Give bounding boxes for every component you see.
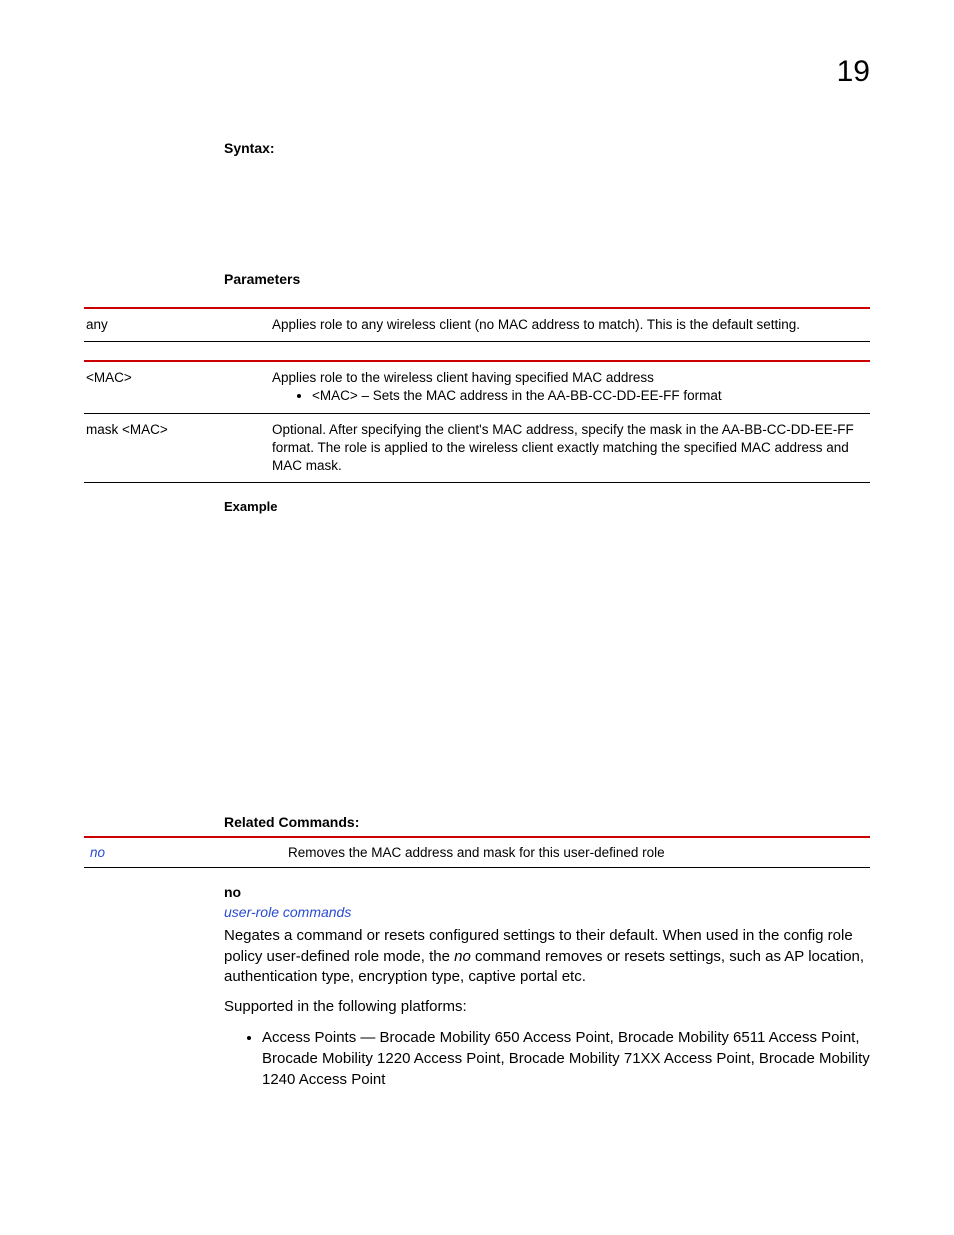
param-desc-line: Applies role to the wireless client havi… [272,370,654,385]
parameters-table-1: any Applies role to any wireless client … [84,307,870,342]
related-commands-heading: Related Commands: [224,814,870,830]
param-name: mask <MAC> [84,413,272,483]
supported-platforms-label: Supported in the following platforms: [224,997,870,1017]
param-desc: Applies role to any wireless client (no … [272,308,870,342]
table-row: any Applies role to any wireless client … [84,308,870,342]
example-heading: Example [224,499,870,514]
no-desc-em: no [454,948,471,965]
related-command-desc: Removes the MAC address and mask for thi… [288,837,870,868]
table-row: <MAC> Applies role to the wireless clien… [84,361,870,413]
param-name: <MAC> [84,361,272,413]
chapter-number: 19 [837,55,870,89]
param-desc: Applies role to the wireless client havi… [272,361,870,413]
page: 19 Syntax: Parameters any Applies role t… [0,0,954,1235]
syntax-heading: Syntax: [224,140,870,156]
content-area: Syntax: Parameters any Applies role to a… [224,140,870,1090]
related-command-link[interactable]: no [84,837,288,868]
table-row: no Removes the MAC address and mask for … [84,837,870,868]
param-name: any [84,308,272,342]
table-row: mask <MAC> Optional. After specifying th… [84,413,870,483]
platform-bullet: Access Points — Brocade Mobility 650 Acc… [262,1027,870,1090]
no-description: Negates a command or resets configured s… [224,926,870,987]
parameters-heading: Parameters [224,271,870,287]
param-desc: Optional. After specifying the client's … [272,413,870,483]
no-heading: no [224,884,870,900]
param-desc-bullet: <MAC> – Sets the MAC address in the AA-B… [312,387,864,405]
related-commands-table: no Removes the MAC address and mask for … [84,836,870,868]
platforms-list: Access Points — Brocade Mobility 650 Acc… [252,1027,870,1090]
user-role-commands-link[interactable]: user-role commands [224,904,870,920]
parameters-table-2: <MAC> Applies role to the wireless clien… [84,360,870,483]
